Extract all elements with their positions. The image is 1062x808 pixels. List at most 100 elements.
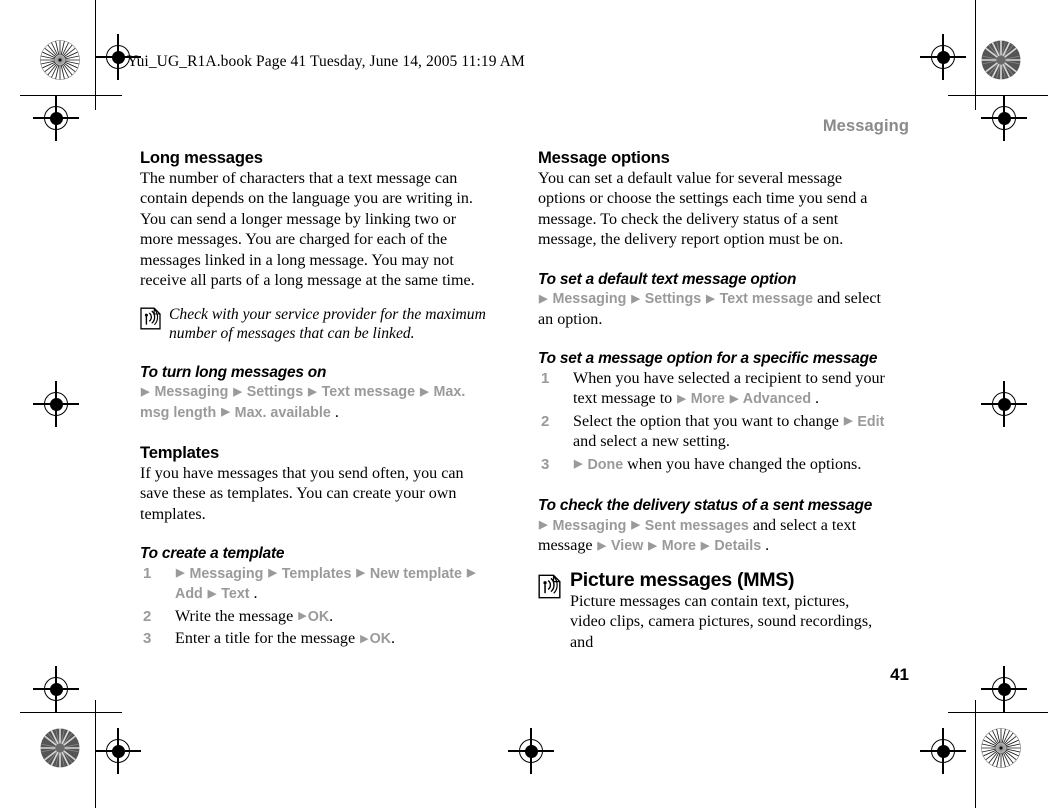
nav-path-delivery-status: ▶ Messaging ▶ Sent messages and select a… — [538, 516, 887, 557]
nav-path-sequence: ▶ Messaging ▶ Settings ▶ Text message — [538, 291, 817, 307]
heading-to-set-a-message-option-for-a-specific-message: To set a message option for a specific m… — [538, 350, 878, 368]
nav-arrow-icon: ▶ — [360, 632, 369, 645]
nav-arrow-icon: ▶ — [631, 292, 640, 305]
step-item: 2 Write the message ▶OK. — [140, 607, 489, 628]
nav-arrow-icon: ▶ — [843, 415, 853, 428]
paragraph-templates: If you have messages that you send often… — [140, 464, 464, 523]
nav-arrow-icon: ▶ — [298, 610, 307, 623]
nav-label: Advanced — [739, 391, 816, 408]
note-text: Check with your service provider for the… — [169, 305, 486, 343]
step-number: 1 — [541, 369, 550, 387]
antenna-document-icon — [140, 307, 161, 335]
nav-label: Sent messages — [640, 517, 753, 534]
heading-picture-messages-mms: Picture messages (MMS) — [570, 568, 795, 591]
nav-arrow-icon: ▶ — [207, 587, 217, 600]
steps-create-a-template: 1 ▶ Messaging ▶ Templates ▶ New template… — [140, 564, 489, 650]
nav-label: Text message — [317, 384, 420, 401]
right-column: Message options You can set a default va… — [538, 148, 887, 653]
step-trailing-punctuation: . — [329, 607, 334, 625]
step-item: 1 ▶ Messaging ▶ Templates ▶ New template… — [140, 564, 489, 605]
step-text: Enter a title for the message — [175, 630, 360, 648]
nav-arrow-icon: ▶ — [677, 392, 686, 405]
nav-label: Messaging — [548, 517, 631, 534]
nav-path-sequence-b: ▶ View ▶ More ▶ Details — [597, 538, 766, 554]
nav-arrow-icon: ▶ — [268, 567, 277, 580]
nav-path-turn-long-messages-on: ▶ Messaging ▶ Settings ▶ Text message ▶ … — [140, 382, 489, 423]
paragraph-message-options: You can set a default value for several … — [538, 169, 868, 249]
nav-path-sequence: ▶ Done — [573, 457, 627, 473]
trim-line-right-bottom — [975, 700, 977, 808]
step-trailing-punctuation: . — [815, 390, 820, 408]
nav-label: Messaging — [548, 291, 631, 308]
nav-label: Add — [175, 586, 207, 603]
step-number: 1 — [143, 564, 152, 582]
nav-label: Messaging — [150, 384, 233, 401]
step-number: 2 — [541, 412, 550, 430]
trim-line-right — [975, 0, 977, 110]
nav-path-trailing-punctuation: . — [334, 403, 339, 421]
nav-label: Templates — [277, 565, 356, 582]
nav-arrow-icon: ▶ — [597, 539, 607, 552]
nav-arrow-icon: ▶ — [141, 385, 150, 398]
manual-page: Yui_UG_R1A.book Page 41 Tuesday, June 14… — [95, 0, 975, 808]
file-info-header: Yui_UG_R1A.book Page 41 Tuesday, June 14… — [127, 53, 525, 70]
nav-path-sequence: ▶ Messaging ▶ Templates ▶ New template ▶… — [175, 566, 476, 603]
step-text-post: when you have changed the options. — [627, 455, 862, 473]
starburst-target-top-left — [40, 40, 80, 80]
registration-mark-right-upper — [981, 95, 1027, 141]
nav-label: Text — [217, 586, 254, 603]
step-item: 1 When you have selected a recipient to … — [538, 369, 887, 410]
registration-mark-left-lower — [33, 666, 79, 712]
registration-mark-left-upper — [33, 95, 79, 141]
nav-label: Settings — [242, 384, 308, 401]
nav-arrow-icon: ▶ — [706, 292, 715, 305]
nav-arrow-icon: ▶ — [356, 567, 365, 580]
nav-arrow-icon: ▶ — [233, 385, 242, 398]
section-picture-messages-mms: Picture messages (MMS) Picture messages … — [538, 568, 887, 653]
nav-arrow-icon: ▶ — [700, 539, 710, 552]
step-trailing-punctuation: . — [391, 630, 396, 648]
left-column: Long messages The number of characters t… — [140, 148, 489, 653]
nav-label: Settings — [640, 291, 706, 308]
steps-specific-message-option: 1 When you have selected a recipient to … — [538, 369, 887, 476]
note-callout-linked-messages: Check with your service provider for the… — [140, 305, 489, 344]
nav-path-sequence: ▶ More ▶ Advanced — [676, 391, 815, 407]
step-item: 3 ▶ Done when you have changed the optio… — [538, 455, 887, 476]
step-item: 3 Enter a title for the message ▶OK. — [140, 629, 489, 650]
registration-mark-left-middle — [33, 381, 79, 427]
nav-arrow-icon: ▶ — [539, 519, 548, 532]
paragraph-picture-messages: Picture messages can contain text, pictu… — [570, 592, 873, 651]
nav-arrow-icon: ▶ — [466, 567, 476, 580]
nav-label: Done — [583, 456, 628, 473]
nav-arrow-icon: ▶ — [420, 385, 429, 398]
step-text-post: and select a new setting. — [573, 433, 730, 451]
step-text: Select the option that you want to chang… — [573, 412, 843, 430]
starburst-target-bottom-left — [40, 728, 80, 768]
nav-label: Messaging — [185, 565, 268, 582]
heading-to-check-the-delivery-status-of-a-sent-message: To check the delivery status of a sent m… — [538, 497, 873, 515]
heading-to-set-a-default-text-message-option: To set a default text message option — [538, 270, 797, 288]
nav-path-sequence-a: ▶ Messaging ▶ Sent messages — [538, 518, 753, 534]
mms-text-block: Picture messages (MMS) Picture messages … — [570, 568, 887, 653]
nav-label: OK — [369, 631, 392, 648]
nav-arrow-icon: ▶ — [574, 458, 583, 471]
nav-label: Edit — [853, 413, 885, 430]
nav-label: More — [657, 538, 700, 555]
nav-label: Details — [710, 538, 766, 555]
nav-arrow-icon: ▶ — [631, 519, 640, 532]
nav-label: OK — [307, 608, 330, 625]
heading-to-create-a-template: To create a template — [140, 545, 285, 563]
heading-long-messages: Long messages — [140, 148, 263, 167]
nav-arrow-icon: ▶ — [729, 392, 739, 405]
nav-path-trailing-punctuation: . — [765, 537, 770, 555]
nav-path-sequence: ▶ Edit — [843, 414, 884, 430]
paragraph-long-messages: The number of characters that a text mes… — [140, 169, 475, 290]
starburst-target-top-right — [981, 40, 1021, 80]
heading-templates: Templates — [140, 443, 220, 463]
starburst-target-bottom-right — [981, 728, 1021, 768]
